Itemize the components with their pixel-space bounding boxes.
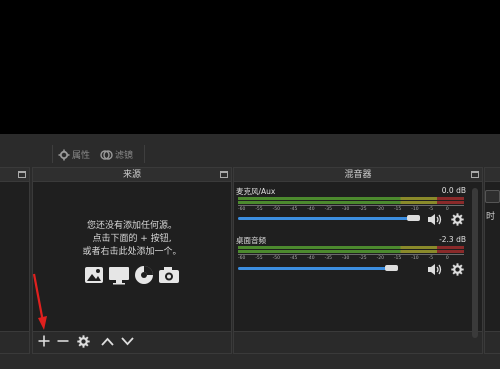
hint-line: 点击下面的 + 按钮, — [92, 234, 172, 244]
properties-button[interactable]: 属性 — [58, 146, 90, 163]
mixer-dock-title: 混音器 — [234, 168, 482, 182]
volume-slider[interactable] — [238, 217, 413, 220]
camera-icon — [159, 267, 179, 283]
toolbar-separator — [144, 145, 145, 163]
remove-source-button[interactable] — [56, 333, 70, 349]
channel-db: -2.3 dB — [439, 235, 466, 244]
image-icon — [85, 267, 103, 283]
channel-name: 桌面音频 — [236, 236, 266, 245]
speaker-icon — [428, 263, 442, 275]
tick-label: -15 — [393, 207, 402, 212]
tick-label: 0 — [445, 207, 449, 212]
volume-meter — [238, 250, 464, 253]
tick-label: -50 — [272, 207, 280, 212]
tick-label: -60 — [238, 256, 246, 261]
volume-meter — [238, 197, 464, 200]
properties-label: 属性 — [72, 151, 91, 161]
scenes-dock-footer — [0, 331, 29, 353]
tick-label: -25 — [359, 256, 367, 261]
move-down-button[interactable] — [120, 333, 134, 349]
tick-label: -35 — [324, 256, 332, 261]
hint-line: 您还没有添加任何源。 — [86, 221, 177, 231]
right-dock-footer — [485, 331, 500, 353]
obs-window: 属性 滤镜 来源 您还没有添加任何源。 点击下面的 + 按钮, 或者右击此处添加… — [0, 0, 500, 369]
tick-label: -10 — [411, 207, 419, 212]
add-source-button[interactable] — [37, 333, 51, 349]
filters-button[interactable]: 滤镜 — [100, 146, 133, 163]
channel-name: 麦克风/Aux — [236, 187, 276, 196]
tick-label: -45 — [289, 207, 298, 212]
filters-label: 滤镜 — [115, 151, 134, 161]
right-dock-label: 时 — [486, 212, 496, 222]
sources-empty-hint[interactable]: 您还没有添加任何源。 点击下面的 + 按钮, 或者右击此处添加一个。 — [32, 220, 232, 259]
scenes-dock — [0, 167, 30, 354]
tick-label: -10 — [411, 256, 419, 261]
tick-label: -40 — [307, 256, 315, 261]
tick-label: -40 — [307, 207, 315, 212]
tick-label: -35 — [324, 207, 332, 212]
mute-button[interactable] — [427, 212, 443, 226]
tick-label: -15 — [393, 256, 402, 261]
hint-line: 或者右击此处添加一个。 — [82, 247, 182, 257]
red-arrow-annotation — [32, 273, 47, 330]
right-dock-title — [485, 168, 500, 182]
channel-settings-button[interactable] — [450, 212, 464, 226]
volume-slider[interactable] — [238, 267, 391, 270]
move-up-button[interactable] — [100, 333, 114, 349]
gear-icon — [450, 262, 464, 276]
gear-icon — [76, 334, 90, 348]
volume-meter — [238, 246, 464, 249]
media-icon — [135, 266, 153, 284]
dock-float-icon[interactable] — [220, 171, 228, 178]
preview-canvas[interactable] — [0, 0, 500, 134]
toolbar-separator — [52, 145, 53, 163]
tick-label: -50 — [272, 256, 280, 261]
monitor-icon — [109, 267, 129, 285]
gear-icon — [58, 149, 70, 160]
channel-settings-button[interactable] — [450, 262, 464, 276]
tick-label: -20 — [376, 207, 384, 212]
volume-slider-handle[interactable] — [407, 215, 420, 221]
plus-icon — [38, 335, 50, 347]
source-type-icons — [84, 265, 180, 285]
tick-label: -45 — [289, 256, 298, 261]
sources-dock-title: 来源 — [33, 168, 231, 182]
dock-float-icon[interactable] — [18, 171, 26, 178]
source-toolbar: 属性 滤镜 — [0, 142, 500, 166]
mixer-dock-footer — [234, 331, 482, 353]
sources-dock: 来源 — [32, 167, 232, 354]
tick-label: -55 — [255, 207, 263, 212]
mute-button[interactable] — [427, 262, 443, 276]
tick-label: -5 — [428, 256, 434, 261]
minus-icon — [57, 340, 69, 342]
tick-label: 0 — [445, 256, 449, 261]
mixer-scrollbar[interactable] — [472, 188, 478, 338]
speaker-icon — [428, 213, 442, 225]
channel-db: 0.0 dB — [441, 186, 466, 195]
source-properties-button[interactable] — [76, 333, 90, 349]
tick-label: -25 — [359, 207, 367, 212]
chevron-down-icon — [120, 336, 134, 345]
gear-icon — [450, 212, 464, 226]
filters-icon — [100, 149, 113, 160]
tick-label: -55 — [255, 256, 263, 261]
tick-label: -20 — [376, 256, 384, 261]
tick-label: -30 — [341, 256, 350, 261]
volume-meter — [238, 201, 464, 204]
right-dock-button[interactable] — [485, 190, 500, 203]
status-bar — [0, 354, 500, 369]
tick-label: -30 — [341, 207, 350, 212]
chevron-up-icon — [100, 337, 114, 346]
tick-label: -60 — [238, 207, 246, 212]
volume-slider-handle[interactable] — [385, 265, 398, 271]
dock-float-icon[interactable] — [471, 171, 479, 178]
